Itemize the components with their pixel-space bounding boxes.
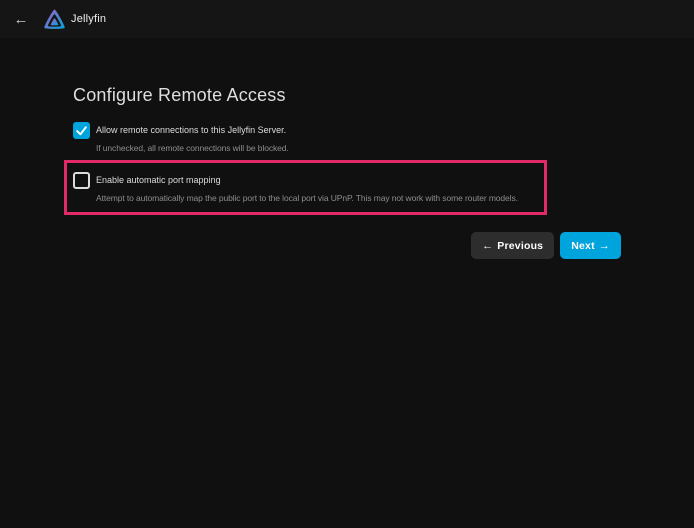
allow-remote-connections-label[interactable]: Allow remote connections to this Jellyfi… (96, 122, 289, 139)
automatic-port-mapping-helper: Attempt to automatically map the public … (96, 193, 518, 203)
automatic-port-mapping-checkbox[interactable] (73, 172, 90, 189)
right-arrow-icon: → (599, 240, 610, 252)
left-arrow-icon: ← (482, 240, 493, 252)
field-automatic-port-mapping: Enable automatic port mapping Attempt to… (73, 172, 544, 203)
app-bar: ← Jellyfin (0, 0, 694, 38)
page-title: Configure Remote Access (73, 85, 621, 106)
allow-remote-connections-helper: If unchecked, all remote connections wil… (96, 143, 289, 153)
automatic-port-mapping-label[interactable]: Enable automatic port mapping (96, 172, 518, 189)
checkmark-icon (75, 124, 88, 137)
app-logo: Jellyfin (43, 8, 106, 31)
back-button[interactable]: ← (9, 7, 33, 31)
highlight-annotation-box: Enable automatic port mapping Attempt to… (64, 160, 547, 215)
allow-remote-connections-checkbox[interactable] (73, 122, 90, 139)
field-allow-remote-connections: Allow remote connections to this Jellyfi… (73, 122, 621, 153)
next-button[interactable]: Next → (560, 232, 621, 259)
wizard-page: Configure Remote Access Allow remote con… (73, 38, 621, 259)
previous-button-label: Previous (497, 240, 543, 252)
jellyfin-logo-icon (43, 8, 66, 31)
previous-button[interactable]: ← Previous (471, 232, 554, 259)
app-title: Jellyfin (71, 13, 106, 25)
back-arrow-icon: ← (14, 11, 29, 28)
wizard-button-row: ← Previous Next → (73, 232, 621, 259)
next-button-label: Next (571, 240, 595, 252)
